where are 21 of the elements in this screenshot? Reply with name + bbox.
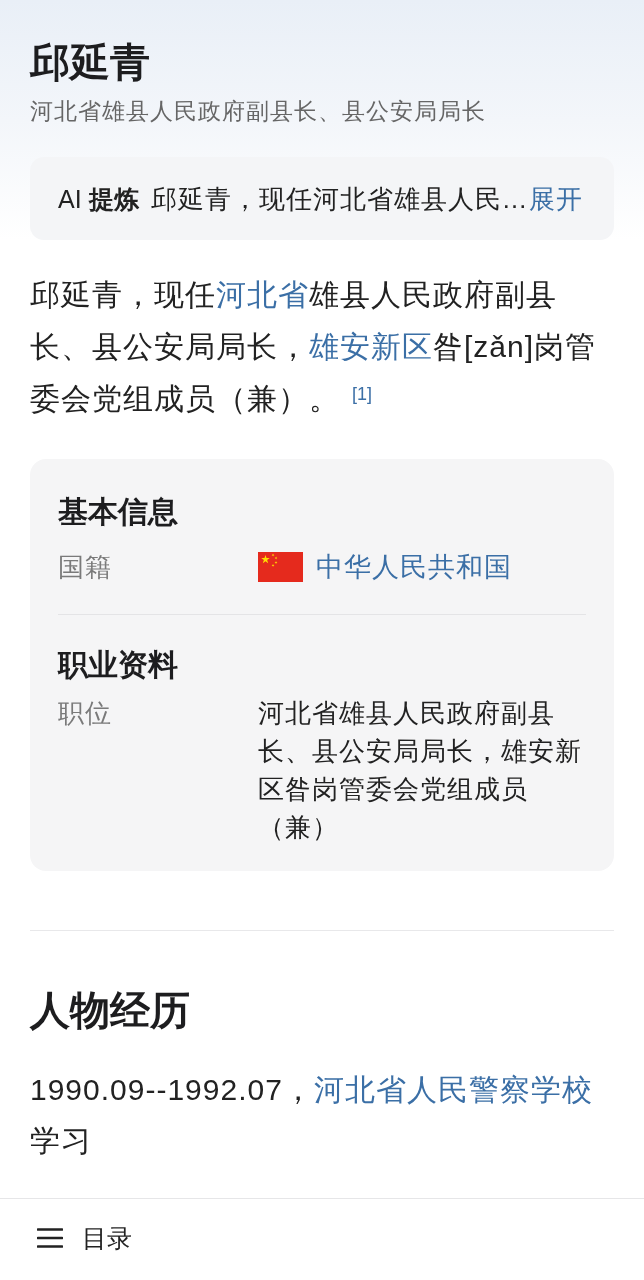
field-label: 国籍 — [58, 551, 113, 584]
field-label: 职位 — [58, 697, 113, 730]
toc-button[interactable]: 目录 — [37, 1221, 132, 1254]
page-title: 邱延青 — [30, 37, 151, 87]
section-heading: 职业资料 — [58, 646, 179, 684]
section-heading: 人物经历 — [30, 985, 191, 1035]
field-value-link[interactable]: 中华人民共和国 — [316, 548, 512, 586]
career-entry: 1990.09--1992.07，河北省人民警察学校 学习 — [30, 1072, 594, 1159]
field-value: 河北省雄县人民政府副县长、县公安局局长，雄安新区昝岗管委会党组成员（兼） — [258, 697, 583, 844]
section-heading: 基本信息 — [58, 493, 179, 531]
text-link[interactable]: 河北省 — [216, 278, 309, 311]
menu-icon — [37, 1227, 63, 1248]
expand-link[interactable]: 展开 — [528, 182, 583, 215]
intro-paragraph: 邱延青，现任河北省雄县人民政府副县长、县公安局局长，雄安新区昝[zǎn]岗管委会党组成员（兼）。 $^{[1]}$ — [30, 277, 598, 417]
ai-summary-text: 邱延青，现任河北省雄县人民… — [150, 182, 529, 215]
page-subtitle: 河北省雄县人民政府副县长、县公安局局长 — [30, 97, 487, 126]
footnote-link[interactable]: [1] — [352, 384, 372, 404]
text-link[interactable]: 河北省人民警察学校 — [313, 1073, 593, 1106]
flag-icon — [258, 552, 303, 582]
ai-summary-label: AI 提炼 — [58, 183, 139, 215]
text-link[interactable]: 雄安新区 — [309, 330, 433, 363]
